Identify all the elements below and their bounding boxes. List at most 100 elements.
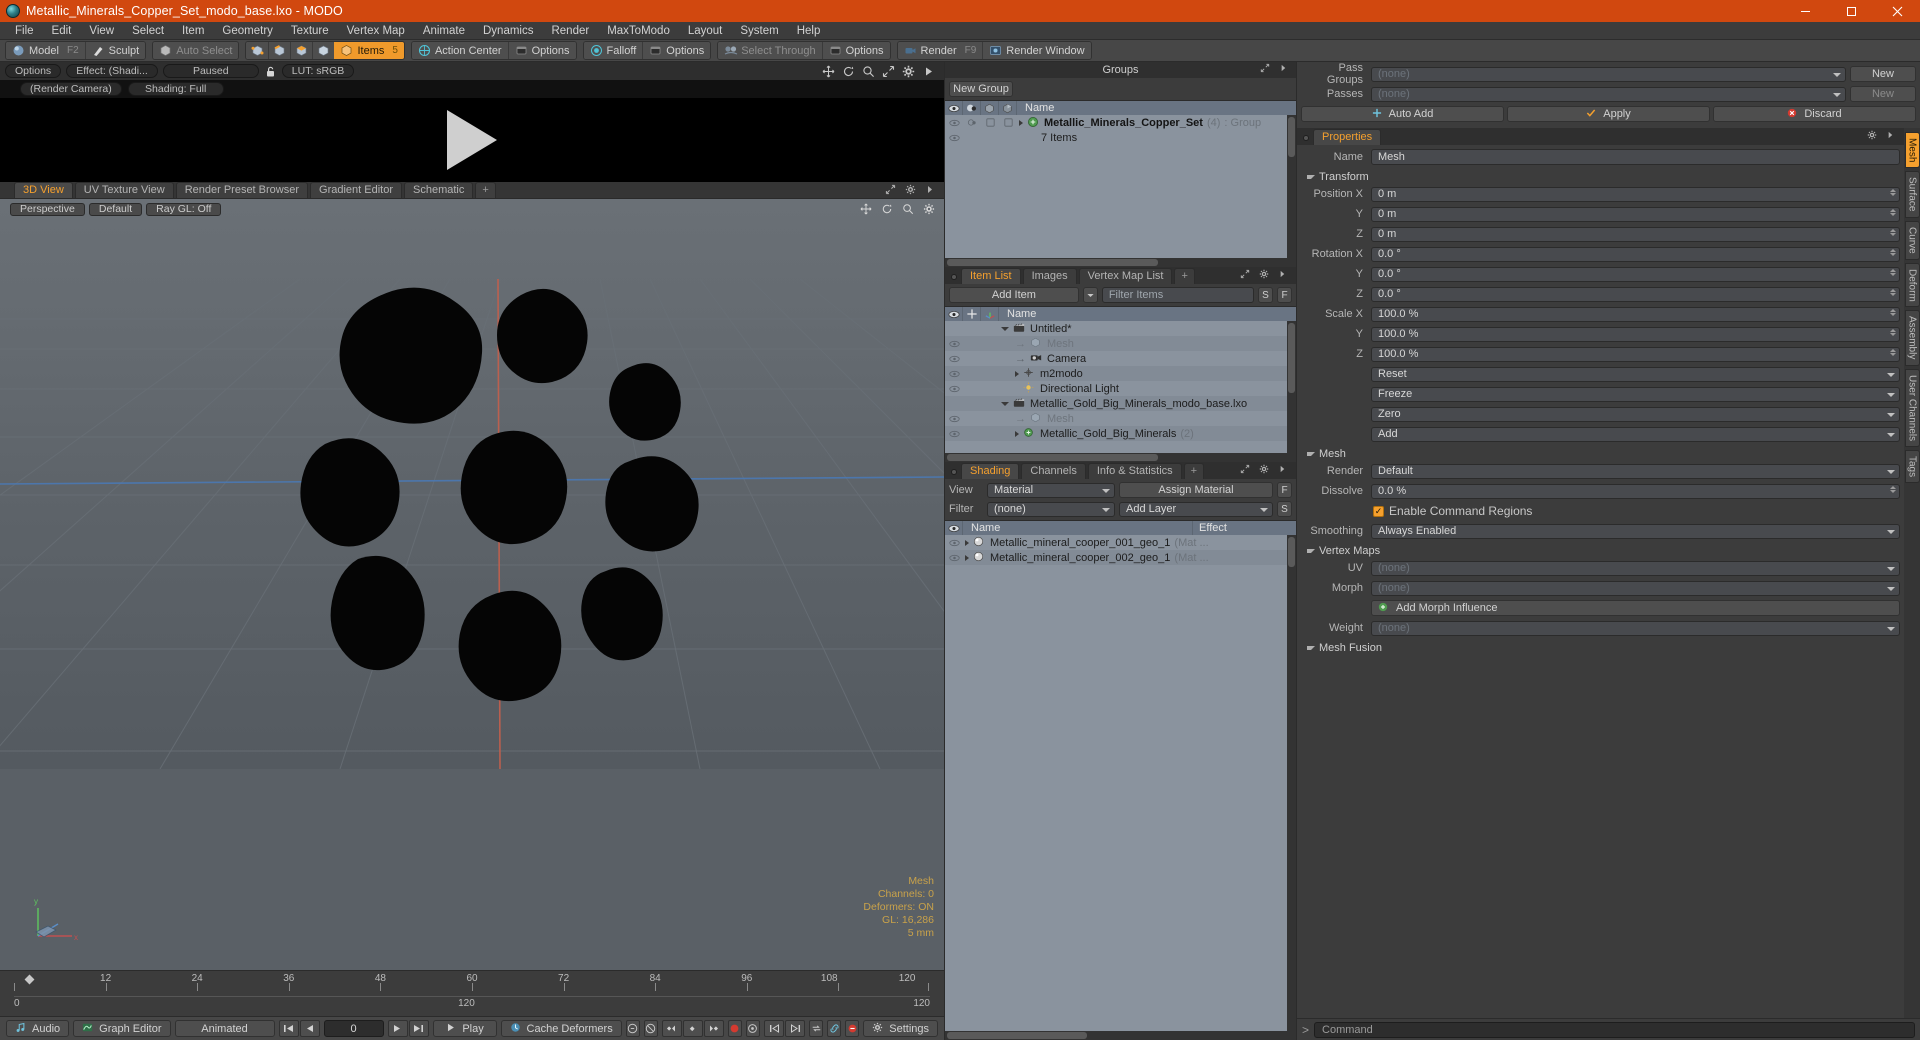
tab-3d-view[interactable]: 3D View	[14, 182, 73, 198]
command-input[interactable]: Command	[1314, 1021, 1915, 1038]
tab-channels[interactable]: Channels	[1021, 463, 1086, 479]
viewport-settings-gear-icon[interactable]	[905, 184, 918, 197]
filter-f-button[interactable]: F	[1277, 287, 1292, 303]
tabstrip-arrow-icon[interactable]	[925, 184, 938, 197]
tab-images[interactable]: Images	[1022, 268, 1077, 284]
pass-groups-dropdown[interactable]: (none)	[1371, 66, 1846, 82]
render-camera-dropdown[interactable]: (Render Camera)	[20, 82, 122, 96]
enable-command-regions-toggle[interactable]: ✓ Enable Command Regions	[1371, 502, 1532, 520]
prev-key-button[interactable]	[661, 1020, 682, 1037]
item-list-vertical-scrollbar[interactable]	[1287, 321, 1296, 453]
rotate-icon[interactable]	[842, 65, 855, 78]
vtab-user-channels[interactable]: User Channels	[1904, 368, 1920, 447]
maximize-panel-icon[interactable]	[1240, 269, 1253, 282]
action-center-button[interactable]: Action Center	[411, 42, 508, 59]
groups-vertical-scrollbar[interactable]	[1287, 115, 1296, 258]
menu-view[interactable]: View	[80, 22, 123, 40]
gear-icon[interactable]	[1259, 464, 1272, 477]
filter-items-input[interactable]: Filter Items	[1101, 287, 1254, 303]
shading-list-body[interactable]: Metallic_mineral_cooper_001_geo_1 (Mat .…	[945, 535, 1296, 1031]
menu-file[interactable]: File	[6, 22, 43, 40]
list-item[interactable]: → Camera	[945, 351, 1296, 366]
item-row-name-cell[interactable]: Directional Light	[999, 382, 1296, 395]
menu-vertex-map[interactable]: Vertex Map	[338, 22, 414, 40]
tab-gradient-editor[interactable]: Gradient Editor	[310, 182, 402, 198]
set-key-button[interactable]	[682, 1020, 703, 1037]
play-button[interactable]: Play	[432, 1020, 497, 1037]
menu-system[interactable]: System	[731, 22, 787, 40]
expander-icon[interactable]	[965, 554, 969, 561]
auto-select-button[interactable]: Auto Select	[153, 42, 239, 59]
item-row-name-cell[interactable]: → Mesh	[999, 412, 1296, 425]
panel-arrow-icon[interactable]	[1279, 63, 1292, 76]
range-end-button[interactable]	[785, 1020, 806, 1037]
rotation-x-input[interactable]: 0.0 °	[1371, 246, 1900, 262]
clear-key-button[interactable]	[845, 1020, 860, 1037]
add-layer-dropdown[interactable]: Add Layer	[1119, 501, 1273, 517]
list-item[interactable]: → Mesh	[945, 411, 1296, 426]
new-pass-button[interactable]: New	[1850, 86, 1916, 102]
rotation-z-input[interactable]: 0.0 °	[1371, 286, 1900, 302]
position-z-input[interactable]: 0 m	[1371, 226, 1900, 242]
preview-options-button[interactable]: Options	[5, 64, 62, 78]
go-to-start-button[interactable]	[278, 1020, 299, 1037]
section-expander-icon[interactable]	[1307, 549, 1315, 553]
add-dropdown[interactable]: Add	[1371, 426, 1900, 442]
add-item-dropdown-arrow[interactable]	[1082, 287, 1098, 303]
maximize-button[interactable]	[1828, 0, 1874, 22]
panel-menu-dot[interactable]	[951, 469, 957, 475]
mute-toggle-button[interactable]	[643, 1020, 658, 1037]
expander-icon[interactable]	[965, 539, 969, 546]
panel-arrow-icon[interactable]	[1278, 464, 1291, 477]
timeline[interactable]: 12 24 36 48 60 72 84 96 108 120 0 120 12…	[0, 970, 944, 1016]
item-row-name-cell[interactable]: Untitled*	[999, 322, 1296, 335]
reset-dropdown[interactable]: Reset	[1371, 366, 1900, 382]
material-row-name[interactable]: Metallic_mineral_cooper_002_geo_1 (Mat .…	[963, 551, 1296, 564]
3d-viewport[interactable]: Perspective Default Ray GL: Off Mesh Cha…	[0, 199, 944, 970]
falloff-options-button[interactable]: Options	[642, 42, 711, 59]
rotation-y-input[interactable]: 0.0 °	[1371, 266, 1900, 282]
menu-geometry[interactable]: Geometry	[213, 22, 282, 40]
lock-toggle-button[interactable]	[625, 1020, 640, 1037]
menu-render[interactable]: Render	[542, 22, 598, 40]
gear-icon[interactable]	[1259, 269, 1272, 282]
tab-uv-texture-view[interactable]: UV Texture View	[74, 182, 174, 198]
minimize-button[interactable]	[1782, 0, 1828, 22]
item-list-horizontal-scrollbar[interactable]	[945, 453, 1296, 462]
menu-select[interactable]: Select	[123, 22, 173, 40]
gear-icon[interactable]	[923, 203, 936, 216]
position-y-input[interactable]: 0 m	[1371, 206, 1900, 222]
morph-dropdown[interactable]: (none)	[1371, 580, 1900, 596]
new-pass-group-button[interactable]: New	[1850, 66, 1916, 82]
item-row-name-cell[interactable]: → Mesh	[999, 337, 1296, 350]
menu-item[interactable]: Item	[173, 22, 213, 40]
section-expander-icon[interactable]	[1307, 175, 1315, 179]
gear-icon[interactable]	[1867, 130, 1880, 143]
link-button[interactable]	[827, 1020, 842, 1037]
vtab-curve[interactable]: Curve	[1904, 220, 1920, 260]
auto-add-button[interactable]: Auto Add	[1301, 106, 1504, 122]
list-item[interactable]: Directional Light	[945, 381, 1296, 396]
menu-dynamics[interactable]: Dynamics	[474, 22, 542, 40]
shading-s-button[interactable]: S	[1277, 501, 1292, 517]
vtab-assembly[interactable]: Assembly	[1904, 310, 1920, 366]
animated-dropdown[interactable]: Animated	[174, 1020, 275, 1037]
maximize-panel-icon[interactable]	[1260, 63, 1273, 76]
item-row-name-cell[interactable]: Metallic_Gold_Big_Minerals_modo_base.lxo	[999, 397, 1296, 410]
list-item[interactable]: → Mesh	[945, 336, 1296, 351]
item-row-name-cell[interactable]: Metallic_Gold_Big_Minerals (2)	[999, 427, 1296, 440]
row-eye-icon[interactable]	[945, 370, 963, 378]
preview-lut-dropdown[interactable]: LUT: sRGB	[281, 64, 355, 78]
weight-dropdown[interactable]: (none)	[1371, 620, 1900, 636]
tab-info-statistics[interactable]: Info & Statistics	[1087, 463, 1182, 479]
menu-edit[interactable]: Edit	[43, 22, 81, 40]
table-row[interactable]: 7 Items	[945, 130, 1296, 145]
groups-list-body[interactable]: Metallic_Minerals_Copper_Set (4) : Group…	[945, 115, 1296, 258]
expander-icon[interactable]	[1015, 370, 1019, 377]
tab-vertex-map-list[interactable]: Vertex Map List	[1078, 268, 1173, 284]
tab-add-button[interactable]: +	[1174, 268, 1195, 284]
mesh-fusion-section-header[interactable]: Mesh Fusion	[1301, 639, 1900, 656]
render-preview-canvas[interactable]	[0, 98, 944, 182]
section-expander-icon[interactable]	[1307, 452, 1315, 456]
expander-icon[interactable]	[1015, 430, 1019, 437]
